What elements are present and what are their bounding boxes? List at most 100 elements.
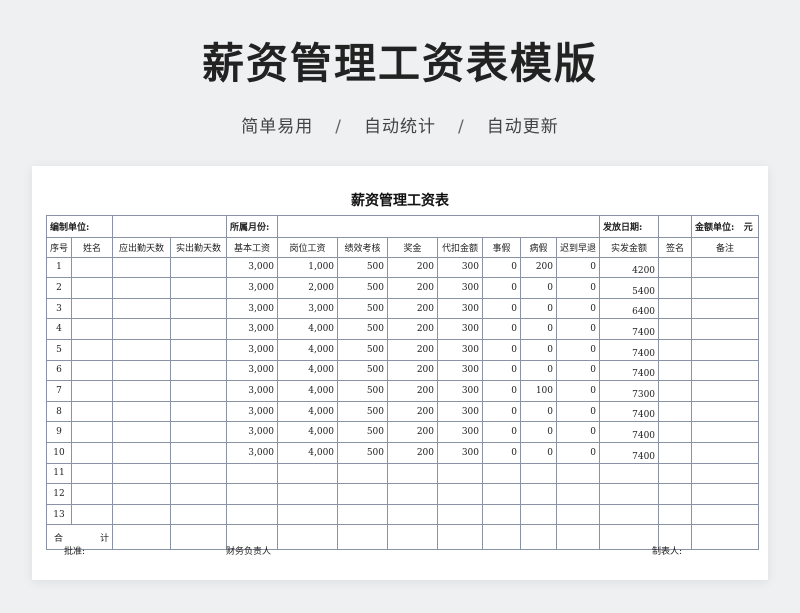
cell-sick-leave[interactable]: 0 xyxy=(520,277,558,299)
row-number[interactable]: 9 xyxy=(45,421,73,443)
cell-performance[interactable]: 500 xyxy=(337,359,389,382)
cell-signature[interactable] xyxy=(658,277,693,299)
cell-post-pay[interactable]: 4,000 xyxy=(277,441,339,464)
cell-due-days[interactable] xyxy=(112,462,172,485)
row-number[interactable]: 13 xyxy=(45,503,73,526)
cell-base-pay[interactable]: 3,000 xyxy=(226,318,279,340)
cell-sick-leave[interactable]: 200 xyxy=(520,256,558,279)
cell-name[interactable] xyxy=(71,441,114,464)
cell-deduction[interactable]: 300 xyxy=(437,441,484,464)
cell-late-early[interactable]: 0 xyxy=(556,277,601,299)
cell-late-early[interactable] xyxy=(556,503,601,526)
cell-actual-days[interactable] xyxy=(170,380,228,402)
cell-name[interactable] xyxy=(71,359,114,382)
cell-performance[interactable]: 500 xyxy=(337,400,389,423)
cell-due-days[interactable] xyxy=(112,400,172,423)
cell-signature[interactable] xyxy=(658,338,693,361)
row-number[interactable]: 4 xyxy=(45,318,73,340)
cell-signature[interactable] xyxy=(658,462,693,485)
cell-performance[interactable]: 500 xyxy=(337,380,389,402)
cell-base-pay[interactable]: 3,000 xyxy=(226,297,279,320)
cell-late-early[interactable]: 0 xyxy=(556,400,601,423)
cell-bonus[interactable]: 200 xyxy=(387,380,439,402)
row-number[interactable]: 8 xyxy=(45,400,73,423)
cell-sick-leave[interactable]: 0 xyxy=(520,318,558,340)
cell-base-pay[interactable]: 3,000 xyxy=(226,400,279,423)
cell-post-pay[interactable]: 4,000 xyxy=(277,400,339,423)
cell-post-pay[interactable] xyxy=(277,503,339,526)
cell-bonus[interactable]: 200 xyxy=(387,256,439,279)
cell-due-days[interactable] xyxy=(112,338,172,361)
cell-post-pay[interactable]: 4,000 xyxy=(277,318,339,340)
cell-actual-days[interactable] xyxy=(170,462,228,485)
cell-personal-leave[interactable]: 0 xyxy=(482,256,522,279)
cell-actual-days[interactable] xyxy=(170,503,228,526)
cell-net-pay[interactable]: 4200 xyxy=(599,256,660,279)
cell-performance[interactable]: 500 xyxy=(337,421,389,443)
cell-post-pay[interactable] xyxy=(277,462,339,485)
cell-remarks[interactable] xyxy=(691,421,760,443)
cell-personal-leave[interactable]: 0 xyxy=(482,441,522,464)
cell-sick-leave[interactable] xyxy=(520,483,558,505)
cell-net-pay[interactable]: 7400 xyxy=(599,441,660,464)
cell-bonus[interactable] xyxy=(387,483,439,505)
cell-actual-days[interactable] xyxy=(170,318,228,340)
cell-base-pay[interactable]: 3,000 xyxy=(226,421,279,443)
cell-signature[interactable] xyxy=(658,503,693,526)
row-number[interactable]: 11 xyxy=(45,462,73,485)
cell-base-pay[interactable]: 3,000 xyxy=(226,359,279,382)
cell-signature[interactable] xyxy=(658,400,693,423)
cell-sick-leave[interactable] xyxy=(520,462,558,485)
date-value[interactable] xyxy=(658,215,693,238)
cell-remarks[interactable] xyxy=(691,338,760,361)
cell-performance[interactable] xyxy=(337,503,389,526)
cell-performance[interactable]: 500 xyxy=(337,297,389,320)
cell-personal-leave[interactable]: 0 xyxy=(482,400,522,423)
cell-remarks[interactable] xyxy=(691,483,760,505)
cell-name[interactable] xyxy=(71,503,114,526)
cell-due-days[interactable] xyxy=(112,483,172,505)
cell-net-pay[interactable]: 7300 xyxy=(599,380,660,402)
cell-deduction[interactable]: 300 xyxy=(437,338,484,361)
cell-remarks[interactable] xyxy=(691,359,760,382)
cell-bonus[interactable]: 200 xyxy=(387,441,439,464)
cell-deduction[interactable]: 300 xyxy=(437,400,484,423)
cell-name[interactable] xyxy=(71,318,114,340)
cell-name[interactable] xyxy=(71,297,114,320)
cell-bonus[interactable]: 200 xyxy=(387,400,439,423)
cell-deduction[interactable] xyxy=(437,483,484,505)
cell-due-days[interactable] xyxy=(112,441,172,464)
cell-deduction[interactable] xyxy=(437,503,484,526)
cell-base-pay[interactable]: 3,000 xyxy=(226,277,279,299)
cell-net-pay[interactable]: 7400 xyxy=(599,421,660,443)
cell-due-days[interactable] xyxy=(112,380,172,402)
cell-net-pay[interactable]: 6400 xyxy=(599,297,660,320)
cell-base-pay[interactable] xyxy=(226,503,279,526)
cell-sick-leave[interactable]: 100 xyxy=(520,380,558,402)
cell-due-days[interactable] xyxy=(112,421,172,443)
cell-signature[interactable] xyxy=(658,318,693,340)
cell-due-days[interactable] xyxy=(112,503,172,526)
cell-base-pay[interactable]: 3,000 xyxy=(226,441,279,464)
cell-performance[interactable]: 500 xyxy=(337,441,389,464)
cell-sick-leave[interactable]: 0 xyxy=(520,359,558,382)
row-number[interactable]: 12 xyxy=(45,483,73,505)
cell-remarks[interactable] xyxy=(691,462,760,485)
cell-net-pay[interactable]: 5400 xyxy=(599,277,660,299)
cell-actual-days[interactable] xyxy=(170,256,228,279)
cell-late-early[interactable] xyxy=(556,483,601,505)
cell-signature[interactable] xyxy=(658,359,693,382)
cell-actual-days[interactable] xyxy=(170,441,228,464)
cell-net-pay[interactable]: 7400 xyxy=(599,400,660,423)
cell-due-days[interactable] xyxy=(112,277,172,299)
cell-base-pay[interactable]: 3,000 xyxy=(226,380,279,402)
row-number[interactable]: 1 xyxy=(45,256,73,279)
compiler-value[interactable] xyxy=(112,215,228,238)
cell-late-early[interactable]: 0 xyxy=(556,421,601,443)
row-number[interactable]: 10 xyxy=(45,441,73,464)
cell-performance[interactable]: 500 xyxy=(337,277,389,299)
cell-name[interactable] xyxy=(71,380,114,402)
cell-bonus[interactable]: 200 xyxy=(387,277,439,299)
cell-remarks[interactable] xyxy=(691,318,760,340)
cell-bonus[interactable]: 200 xyxy=(387,318,439,340)
